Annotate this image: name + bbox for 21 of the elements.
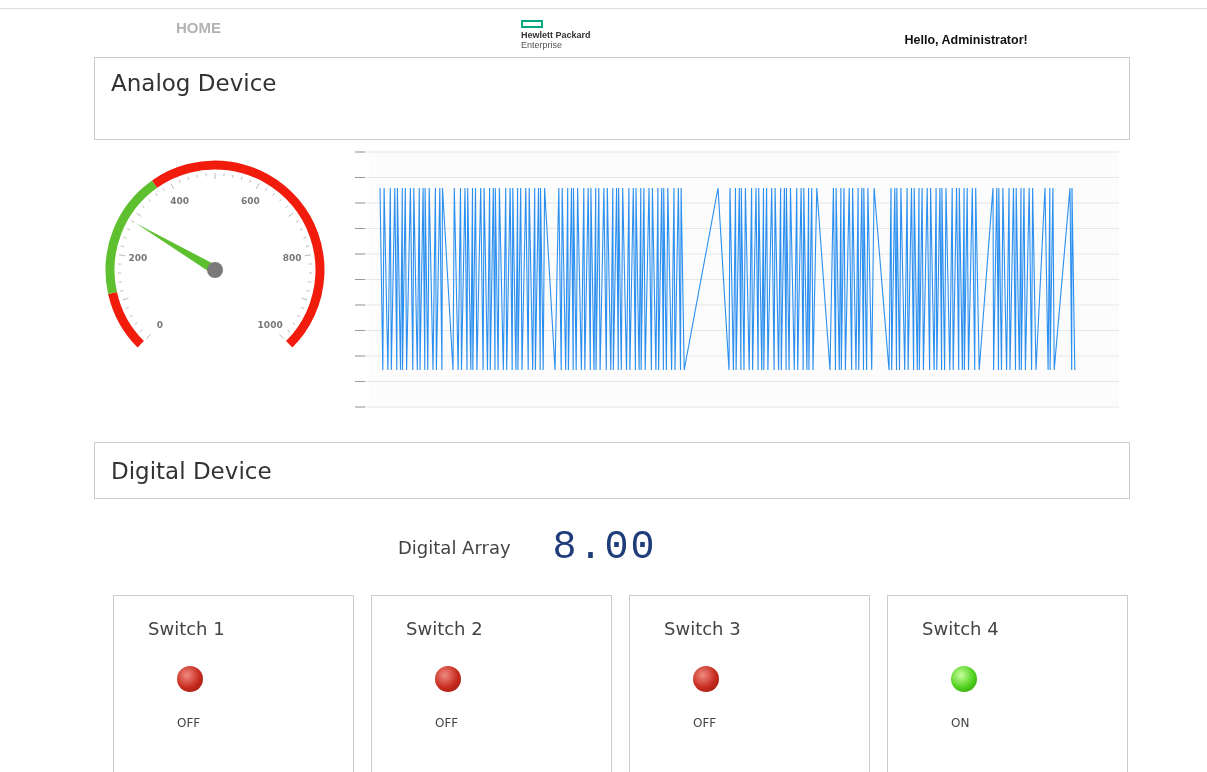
switch-status: OFF bbox=[435, 716, 459, 730]
switch-status: OFF bbox=[177, 716, 201, 730]
logo: Hewlett Packard Enterprise bbox=[521, 20, 591, 50]
gauge-label: 0 bbox=[156, 320, 163, 331]
switch-name: Switch 2 bbox=[406, 618, 483, 639]
greeting-text: Hello, Administrator! bbox=[904, 33, 1028, 47]
gauge-label: 400 bbox=[170, 195, 189, 206]
switch-name: Switch 4 bbox=[922, 618, 999, 639]
array-label: Digital Array bbox=[398, 536, 511, 558]
digital-readout: 8.00 bbox=[552, 524, 657, 570]
switch-name: Switch 1 bbox=[148, 618, 225, 639]
switch-name: Switch 3 bbox=[664, 618, 741, 639]
switch-status: ON bbox=[951, 716, 970, 730]
gauge-label: 200 bbox=[128, 252, 148, 263]
section-title: Digital Device bbox=[111, 457, 272, 484]
section-title: Analog Device bbox=[111, 70, 277, 96]
gauge-label: 1000 bbox=[257, 320, 283, 331]
home-link[interactable]: HOME bbox=[176, 19, 221, 36]
gauge-label: 600 bbox=[241, 195, 260, 206]
gauge-label: 800 bbox=[282, 252, 302, 263]
switch-status: OFF bbox=[693, 716, 717, 730]
